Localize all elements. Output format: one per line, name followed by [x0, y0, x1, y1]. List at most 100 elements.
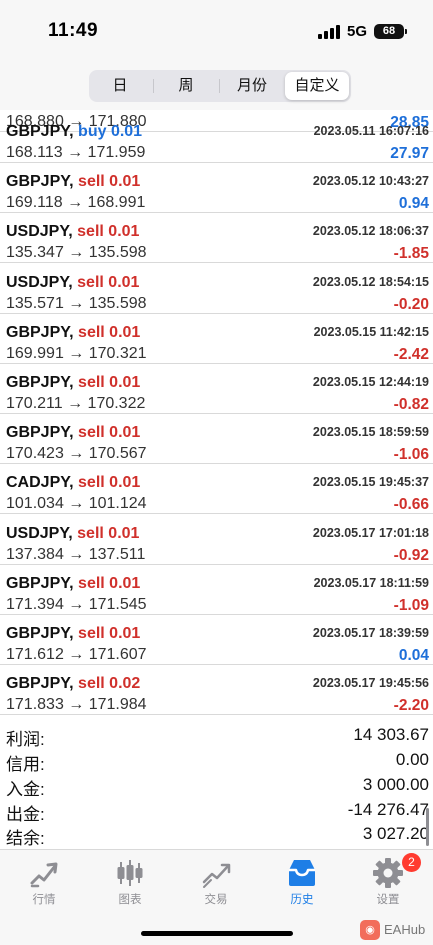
- trade-time: 2023.05.12 10:43:27: [312, 174, 429, 189]
- summary-label: 利润:: [6, 730, 45, 749]
- trade-symbol-text: GBPJPY,: [6, 123, 74, 140]
- trade-symbol-text: GBPJPY,: [6, 374, 74, 391]
- trade-symbol-text: CADJPY,: [6, 474, 74, 492]
- summary-withdrawal-row: 出金: -14 276.47: [0, 798, 433, 824]
- tab-settings[interactable]: 2 设置: [345, 850, 431, 910]
- trade-profit: -1.06: [393, 446, 429, 464]
- trade-profit: 0.04: [398, 647, 429, 664]
- trade-profit: 0.94: [398, 195, 429, 213]
- tab-label: 设置: [376, 894, 400, 906]
- trade-row[interactable]: GBPJPY, sell 0.01 2023.05.15 12:44:19 170.…: [0, 364, 433, 414]
- trade-row[interactable]: GBPJPY, sell 0.01 2023.05.17 18:11:59 171.…: [0, 565, 433, 615]
- trade-side: sell 0.01: [78, 374, 141, 391]
- trade-symbol: GBPJPY, sell 0.01: [6, 575, 140, 593]
- trade-symbol-text: GBPJPY,: [6, 574, 74, 592]
- trade-row[interactable]: USDJPY, sell 0.01 2023.05.12 18:54:15 135.…: [0, 264, 433, 314]
- trade-prices: 171.833 → 171.984: [6, 696, 147, 714]
- trade-row[interactable]: USDJPY, sell 0.01 2023.05.17 17:01:18 137.…: [0, 515, 433, 565]
- trade-time: 2023.05.17 19:45:56: [312, 676, 429, 691]
- summary-label: 入金:: [6, 780, 45, 799]
- summary-label: 结余:: [6, 829, 45, 848]
- trade-profit: -0.92: [393, 546, 429, 564]
- trade-side: sell 0.01: [78, 625, 141, 642]
- segment-custom[interactable]: 自定义: [285, 72, 349, 100]
- segment-month[interactable]: 月份: [221, 70, 283, 102]
- trade-row[interactable]: GBPJPY, buy 0.01 2023.05.11 16:07:16 168.1…: [0, 113, 433, 163]
- summary-deposit-row: 入金: 3 000.00: [0, 773, 433, 799]
- status-time: 11:49: [48, 20, 99, 41]
- watermark-text: EAHub: [384, 922, 426, 937]
- candlestick-chart-icon: [117, 860, 143, 886]
- trade-profit: -1.09: [393, 596, 429, 614]
- trade-history-list[interactable]: 168.880 → 171.880 28.85 GBPJPY, buy 0.01…: [0, 110, 433, 715]
- trade-prices: 168.113 → 171.959: [6, 144, 146, 161]
- trade-time: 2023.05.15 11:42:15: [313, 324, 429, 339]
- summary-profit-row: 利润: 14 303.67: [0, 723, 433, 749]
- trade-time: 2023.05.17 18:39:59: [312, 626, 429, 640]
- trade-side: sell 0.01: [78, 424, 141, 442]
- trade-time: 2023.05.17 18:11:59: [313, 575, 429, 590]
- trade-prices: 137.384 → 137.511: [6, 545, 146, 563]
- summary-balance-row: 结余: 3 027.20: [0, 822, 433, 848]
- tab-quotes[interactable]: 行情: [1, 850, 87, 910]
- summary-value: 14 303.67: [353, 725, 429, 744]
- trade-prices: 101.034 → 101.124: [6, 495, 147, 513]
- gear-icon: [373, 858, 403, 888]
- trade-symbol: GBPJPY, sell 0.01: [6, 625, 140, 643]
- summary-value: 0.00: [395, 750, 429, 769]
- header: 日 周 月份 自定义: [0, 62, 433, 110]
- battery-icon: 68: [374, 24, 404, 39]
- tab-charts[interactable]: 图表: [87, 850, 173, 910]
- trade-row[interactable]: GBPJPY, sell 0.02 2023.05.17 19:45:56 171.…: [0, 665, 433, 715]
- account-summary: 利润: 14 303.67 信用: 0.00 入金: 3 000.00 出金: …: [0, 715, 433, 849]
- watermark-logo-icon: ◉: [360, 920, 380, 940]
- trade-prices: 171.394 → 171.545: [6, 595, 147, 613]
- trade-symbol: USDJPY, sell 0.01: [6, 525, 139, 543]
- tab-bar: 行情 图表 交易 历史 2 设置 ◉ EAHub: [0, 849, 433, 945]
- period-segmented-control: 日 周 月份 自定义: [89, 70, 351, 102]
- trade-time: 2023.05.15 12:44:19: [312, 375, 429, 389]
- trade-row[interactable]: GBPJPY, sell 0.01 2023.05.12 10:43:27 169.…: [0, 163, 433, 214]
- tab-history[interactable]: 历史: [259, 850, 345, 910]
- tab-trade[interactable]: 交易: [173, 850, 259, 910]
- trade-row[interactable]: GBPJPY, sell 0.01 2023.05.15 18:59:59 170.…: [0, 414, 433, 465]
- trade-symbol-text: USDJPY,: [6, 273, 73, 291]
- trade-side: sell 0.02: [78, 675, 141, 693]
- trade-row[interactable]: GBPJPY, sell 0.01 2023.05.17 18:39:59 171.…: [0, 615, 433, 665]
- trade-icon: [202, 863, 231, 888]
- scrollbar[interactable]: [426, 808, 429, 846]
- trade-symbol-text: GBPJPY,: [6, 675, 74, 693]
- trade-row[interactable]: GBPJPY, sell 0.01 2023.05.15 11:42:15 169.…: [0, 314, 433, 364]
- segment-day[interactable]: 日: [89, 70, 151, 102]
- trade-symbol: GBPJPY, sell 0.01: [6, 324, 140, 342]
- trade-time: 2023.05.15 19:45:37: [312, 475, 429, 490]
- trade-time: 2023.05.11 16:07:16: [313, 124, 429, 138]
- signal-icon: [318, 25, 342, 39]
- tab-label: 行情: [32, 894, 56, 906]
- trade-row[interactable]: CADJPY, sell 0.01 2023.05.15 19:45:37 101.…: [0, 464, 433, 515]
- trade-row[interactable]: USDJPY, sell 0.01 2023.05.12 18:06:37 135.…: [0, 213, 433, 264]
- trade-profit: 27.97: [390, 145, 429, 162]
- trade-profit: -0.66: [393, 496, 429, 514]
- trade-symbol-text: GBPJPY,: [6, 323, 74, 341]
- network-label: 5G: [347, 23, 368, 40]
- trade-profit: -0.20: [393, 295, 429, 313]
- trade-side: sell 0.01: [78, 323, 141, 341]
- summary-credit-row: 信用: 0.00: [0, 748, 433, 774]
- trade-symbol-text: GBPJPY,: [6, 173, 74, 191]
- trade-prices: 135.347 → 135.598: [6, 244, 147, 262]
- trade-prices: 171.612 → 171.607: [6, 646, 147, 663]
- tab-label: 历史: [290, 894, 314, 906]
- home-indicator[interactable]: [141, 931, 293, 936]
- trade-profit: -0.82: [393, 396, 429, 413]
- trade-prices: 169.118 → 168.991: [6, 194, 146, 212]
- trade-prices: 135.571 → 135.598: [6, 294, 147, 312]
- trade-side: sell 0.01: [77, 273, 140, 291]
- segment-week[interactable]: 周: [155, 70, 217, 102]
- trade-side: sell 0.01: [77, 524, 140, 542]
- history-inbox-icon: [289, 860, 315, 886]
- segment-divider: [219, 79, 220, 93]
- trade-prices: 170.211 → 170.322: [6, 395, 146, 412]
- summary-label: 信用:: [6, 755, 45, 774]
- summary-value: 3 000.00: [362, 775, 429, 794]
